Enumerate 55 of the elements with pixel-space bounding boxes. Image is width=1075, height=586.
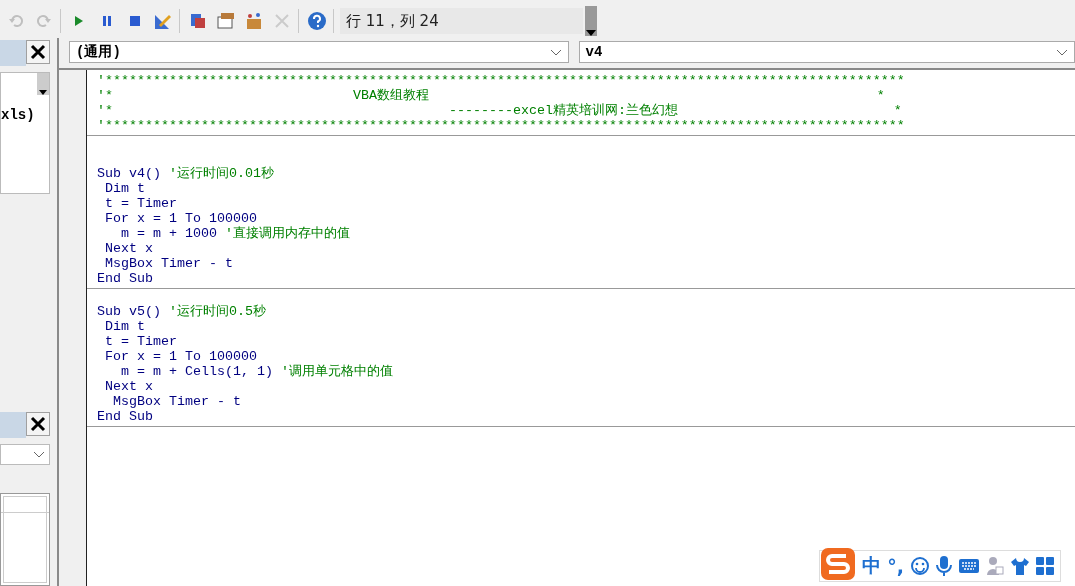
object-dropdown[interactable]: (通用) — [69, 41, 569, 63]
caret-icon — [33, 451, 45, 458]
scroll-button[interactable] — [37, 73, 49, 95]
panel-title-bar — [0, 412, 26, 438]
help-button[interactable] — [305, 9, 329, 33]
code-line: '* VBA数组教程 * — [97, 88, 886, 103]
panel-title-bar — [0, 40, 26, 66]
code-line: End Sub — [97, 271, 154, 286]
code-line: '* --------excel精英培训网:兰色幻想 * — [97, 103, 903, 118]
code-line: For x = 1 To 100000 — [104, 349, 258, 364]
code-line: m = m + 1000 '直接调用内存中的值 — [120, 226, 351, 241]
procedure-dropdown[interactable]: v4 — [578, 41, 1075, 63]
code-line: t = Timer — [104, 196, 178, 211]
punctuation-toggle[interactable]: °, — [887, 555, 904, 577]
code-line: MsgBox Timer - t — [112, 394, 242, 409]
caret-icon — [549, 48, 562, 56]
close-icon — [30, 416, 46, 432]
code-line: For x = 1 To 100000 — [104, 211, 258, 226]
tree-item[interactable]: xls) — [1, 107, 35, 193]
properties-icon — [217, 12, 235, 30]
stop-icon — [130, 16, 140, 26]
code-line: End Sub — [97, 409, 154, 424]
grid-icon[interactable] — [1036, 557, 1054, 575]
ruler-pencil-icon — [154, 12, 172, 30]
toolbar-options-button[interactable] — [584, 6, 597, 36]
code-line: Dim t — [104, 319, 146, 334]
code-line: Next x — [104, 241, 154, 256]
undo-icon — [9, 14, 23, 28]
code-line: MsgBox Timer - t — [104, 256, 234, 271]
close-icon — [30, 44, 46, 60]
code-line: '**************************************************************************************************** — [97, 118, 906, 133]
input-mode-toggle[interactable]: 中 — [862, 553, 882, 579]
play-icon — [75, 16, 83, 26]
code-line: Dim t — [104, 181, 146, 196]
code-line: Next x — [104, 379, 154, 394]
caret-icon — [585, 30, 596, 36]
code-line: Sub v4() '运行时间0.01秒 — [97, 166, 275, 181]
microphone-icon[interactable] — [936, 555, 952, 577]
caret-icon — [39, 90, 47, 95]
box-icon — [245, 12, 263, 30]
code-line: '**************************************************************************************************** — [97, 73, 906, 88]
pause-icon — [103, 16, 111, 26]
code-line: m = m + Cells(1, 1) '调用单元格中的值 — [120, 364, 394, 379]
caret-icon — [1056, 48, 1068, 56]
cursor-position: 行 11，列 24 — [340, 8, 583, 34]
help-icon — [307, 11, 327, 31]
code-line: t = Timer — [104, 334, 178, 349]
close-button[interactable] — [26, 40, 50, 64]
shirt-icon[interactable] — [1010, 557, 1030, 575]
redo-icon — [37, 14, 51, 28]
close-button[interactable] — [26, 412, 50, 436]
smiley-icon[interactable] — [910, 556, 930, 576]
code-line: Sub v5() '运行时间0.5秒 — [97, 304, 267, 319]
keyboard-icon[interactable] — [958, 558, 980, 574]
project-icon — [189, 12, 207, 30]
